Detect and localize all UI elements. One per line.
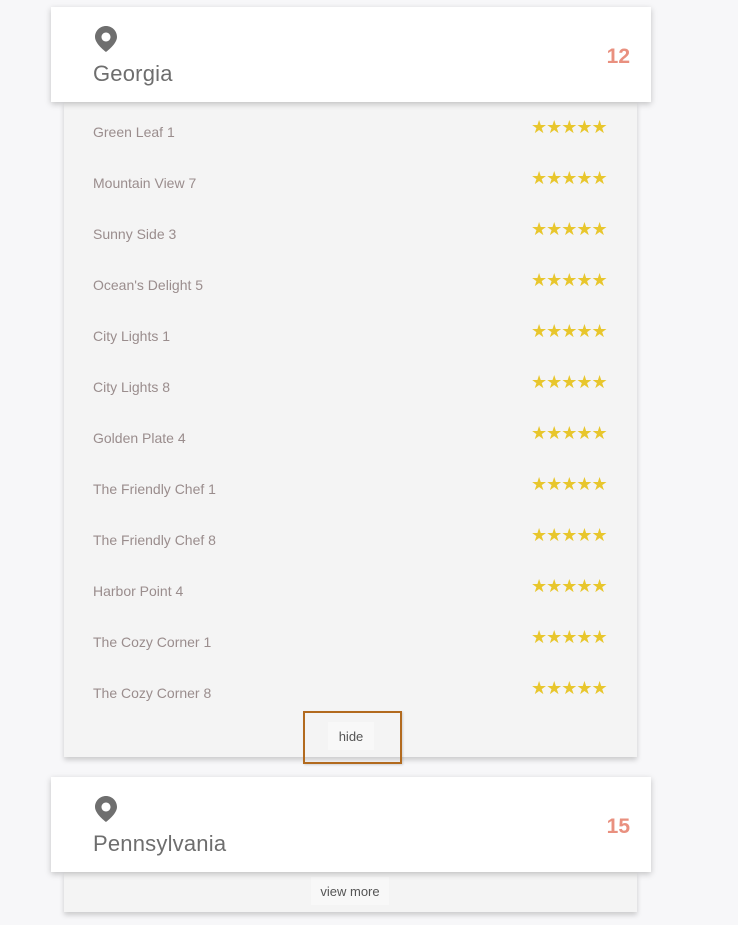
list-item[interactable]: The Friendly Chef 8 ★★★★★ <box>64 525 637 582</box>
star-rating: ★★★★★ <box>531 321 608 342</box>
list-item[interactable]: Mountain View 7 ★★★★★ <box>64 168 637 225</box>
star-rating: ★★★★★ <box>531 525 608 546</box>
state-name: Pennsylvania <box>93 831 227 856</box>
list-item[interactable]: Ocean's Delight 5 ★★★★★ <box>64 270 637 327</box>
list-item[interactable]: Green Leaf 1 ★★★★★ <box>64 117 637 174</box>
restaurant-name: Harbor Point 4 <box>93 583 184 599</box>
restaurant-count: 12 <box>606 45 630 68</box>
list-item[interactable]: Sunny Side 3 ★★★★★ <box>64 219 637 276</box>
restaurant-name: Golden Plate 4 <box>93 430 186 446</box>
page: Georgia 12 Green Leaf 1 ★★★★★ Mountain V… <box>0 0 738 925</box>
restaurant-name: The Cozy Corner 8 <box>93 685 212 701</box>
list-item[interactable]: City Lights 8 ★★★★★ <box>64 372 637 429</box>
restaurant-name: City Lights 1 <box>93 328 171 344</box>
list-item[interactable]: The Friendly Chef 1 ★★★★★ <box>64 474 637 531</box>
state-name: Georgia <box>93 61 173 86</box>
star-rating: ★★★★★ <box>531 270 608 291</box>
star-rating: ★★★★★ <box>531 372 608 393</box>
restaurant-name: Green Leaf 1 <box>93 124 175 140</box>
restaurant-name: The Friendly Chef 8 <box>93 532 216 548</box>
list-item[interactable]: Harbor Point 4 ★★★★★ <box>64 576 637 633</box>
star-rating: ★★★★★ <box>531 576 608 597</box>
star-rating: ★★★★★ <box>531 219 608 240</box>
hide-button[interactable]: hide <box>328 722 374 750</box>
star-rating: ★★★★★ <box>531 474 608 495</box>
restaurant-name: Ocean's Delight 5 <box>93 277 204 293</box>
star-rating: ★★★★★ <box>531 423 608 444</box>
list-item[interactable]: City Lights 1 ★★★★★ <box>64 321 637 378</box>
restaurant-count: 15 <box>606 815 630 838</box>
state-card-pennsylvania[interactable]: Pennsylvania 15 <box>51 777 651 872</box>
restaurant-name: Sunny Side 3 <box>93 226 177 242</box>
star-rating: ★★★★★ <box>531 678 608 699</box>
restaurant-name: City Lights 8 <box>93 379 171 395</box>
star-rating: ★★★★★ <box>531 117 608 138</box>
list-item[interactable]: The Cozy Corner 1 ★★★★★ <box>64 627 637 684</box>
state-card-georgia[interactable]: Georgia 12 <box>51 7 651 102</box>
map-pin-icon <box>95 796 117 822</box>
restaurant-list-georgia: Green Leaf 1 ★★★★★ Mountain View 7 ★★★★★… <box>64 102 637 757</box>
restaurant-list-pennsylvania: view more <box>64 872 637 912</box>
restaurant-name: The Friendly Chef 1 <box>93 481 216 497</box>
list-item[interactable]: Golden Plate 4 ★★★★★ <box>64 423 637 480</box>
star-rating: ★★★★★ <box>531 627 608 648</box>
star-rating: ★★★★★ <box>531 168 608 189</box>
restaurant-name: The Cozy Corner 1 <box>93 634 212 650</box>
map-pin-icon <box>95 26 117 52</box>
view-more-button[interactable]: view more <box>311 877 389 905</box>
restaurant-name: Mountain View 7 <box>93 175 197 191</box>
